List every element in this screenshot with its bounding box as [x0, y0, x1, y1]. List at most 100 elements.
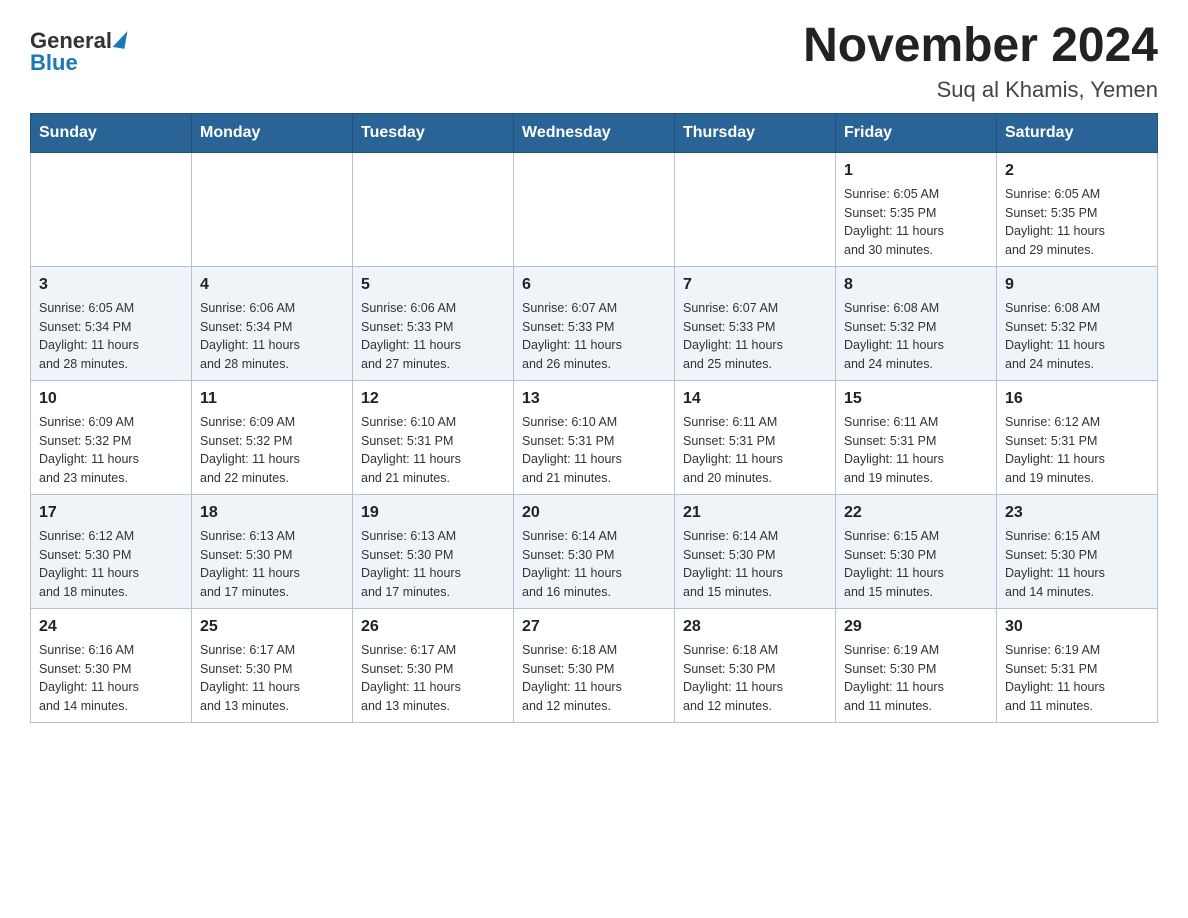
calendar-cell	[675, 152, 836, 266]
day-number: 27	[522, 615, 666, 639]
day-info: Sunrise: 6:14 AMSunset: 5:30 PMDaylight:…	[522, 527, 666, 602]
calendar-cell: 30Sunrise: 6:19 AMSunset: 5:31 PMDayligh…	[997, 608, 1158, 722]
day-info: Sunrise: 6:10 AMSunset: 5:31 PMDaylight:…	[522, 413, 666, 488]
day-info: Sunrise: 6:10 AMSunset: 5:31 PMDaylight:…	[361, 413, 505, 488]
day-number: 9	[1005, 273, 1149, 297]
day-number: 23	[1005, 501, 1149, 525]
day-number: 7	[683, 273, 827, 297]
day-number: 12	[361, 387, 505, 411]
day-number: 22	[844, 501, 988, 525]
day-number: 17	[39, 501, 183, 525]
weekday-header-friday: Friday	[836, 113, 997, 152]
calendar-cell	[353, 152, 514, 266]
calendar-cell: 26Sunrise: 6:17 AMSunset: 5:30 PMDayligh…	[353, 608, 514, 722]
calendar-cell: 19Sunrise: 6:13 AMSunset: 5:30 PMDayligh…	[353, 494, 514, 608]
page-header: General Blue November 2024 Suq al Khamis…	[30, 20, 1158, 103]
day-info: Sunrise: 6:17 AMSunset: 5:30 PMDaylight:…	[200, 641, 344, 716]
logo-triangle-icon	[112, 29, 127, 49]
day-info: Sunrise: 6:08 AMSunset: 5:32 PMDaylight:…	[844, 299, 988, 374]
calendar-cell: 16Sunrise: 6:12 AMSunset: 5:31 PMDayligh…	[997, 380, 1158, 494]
day-number: 16	[1005, 387, 1149, 411]
calendar-cell: 9Sunrise: 6:08 AMSunset: 5:32 PMDaylight…	[997, 266, 1158, 380]
day-number: 6	[522, 273, 666, 297]
calendar-cell: 7Sunrise: 6:07 AMSunset: 5:33 PMDaylight…	[675, 266, 836, 380]
calendar-cell: 4Sunrise: 6:06 AMSunset: 5:34 PMDaylight…	[192, 266, 353, 380]
month-year-title: November 2024	[803, 20, 1158, 73]
day-info: Sunrise: 6:05 AMSunset: 5:35 PMDaylight:…	[844, 185, 988, 260]
calendar-week-row: 10Sunrise: 6:09 AMSunset: 5:32 PMDayligh…	[31, 380, 1158, 494]
calendar-cell	[192, 152, 353, 266]
calendar-cell: 18Sunrise: 6:13 AMSunset: 5:30 PMDayligh…	[192, 494, 353, 608]
logo-text: General Blue	[30, 30, 126, 74]
calendar-cell: 21Sunrise: 6:14 AMSunset: 5:30 PMDayligh…	[675, 494, 836, 608]
logo: General Blue	[30, 20, 126, 74]
day-info: Sunrise: 6:19 AMSunset: 5:30 PMDaylight:…	[844, 641, 988, 716]
calendar-cell: 29Sunrise: 6:19 AMSunset: 5:30 PMDayligh…	[836, 608, 997, 722]
day-info: Sunrise: 6:11 AMSunset: 5:31 PMDaylight:…	[844, 413, 988, 488]
weekday-header-tuesday: Tuesday	[353, 113, 514, 152]
day-info: Sunrise: 6:17 AMSunset: 5:30 PMDaylight:…	[361, 641, 505, 716]
calendar-cell	[514, 152, 675, 266]
calendar-cell: 20Sunrise: 6:14 AMSunset: 5:30 PMDayligh…	[514, 494, 675, 608]
calendar-cell: 10Sunrise: 6:09 AMSunset: 5:32 PMDayligh…	[31, 380, 192, 494]
day-number: 8	[844, 273, 988, 297]
calendar-cell: 15Sunrise: 6:11 AMSunset: 5:31 PMDayligh…	[836, 380, 997, 494]
day-number: 25	[200, 615, 344, 639]
day-info: Sunrise: 6:14 AMSunset: 5:30 PMDaylight:…	[683, 527, 827, 602]
day-number: 30	[1005, 615, 1149, 639]
calendar-cell: 17Sunrise: 6:12 AMSunset: 5:30 PMDayligh…	[31, 494, 192, 608]
weekday-header-saturday: Saturday	[997, 113, 1158, 152]
day-info: Sunrise: 6:13 AMSunset: 5:30 PMDaylight:…	[361, 527, 505, 602]
day-number: 15	[844, 387, 988, 411]
day-number: 10	[39, 387, 183, 411]
weekday-header-thursday: Thursday	[675, 113, 836, 152]
calendar-cell: 23Sunrise: 6:15 AMSunset: 5:30 PMDayligh…	[997, 494, 1158, 608]
day-number: 20	[522, 501, 666, 525]
calendar-week-row: 1Sunrise: 6:05 AMSunset: 5:35 PMDaylight…	[31, 152, 1158, 266]
calendar-cell: 2Sunrise: 6:05 AMSunset: 5:35 PMDaylight…	[997, 152, 1158, 266]
calendar-cell: 3Sunrise: 6:05 AMSunset: 5:34 PMDaylight…	[31, 266, 192, 380]
day-number: 26	[361, 615, 505, 639]
day-number: 14	[683, 387, 827, 411]
day-info: Sunrise: 6:09 AMSunset: 5:32 PMDaylight:…	[200, 413, 344, 488]
day-info: Sunrise: 6:15 AMSunset: 5:30 PMDaylight:…	[1005, 527, 1149, 602]
day-number: 29	[844, 615, 988, 639]
calendar-header-row: SundayMondayTuesdayWednesdayThursdayFrid…	[31, 113, 1158, 152]
day-number: 2	[1005, 159, 1149, 183]
calendar-cell: 22Sunrise: 6:15 AMSunset: 5:30 PMDayligh…	[836, 494, 997, 608]
calendar-cell: 28Sunrise: 6:18 AMSunset: 5:30 PMDayligh…	[675, 608, 836, 722]
logo-blue-text: Blue	[30, 52, 78, 74]
day-info: Sunrise: 6:15 AMSunset: 5:30 PMDaylight:…	[844, 527, 988, 602]
calendar-cell: 12Sunrise: 6:10 AMSunset: 5:31 PMDayligh…	[353, 380, 514, 494]
day-info: Sunrise: 6:05 AMSunset: 5:35 PMDaylight:…	[1005, 185, 1149, 260]
day-info: Sunrise: 6:13 AMSunset: 5:30 PMDaylight:…	[200, 527, 344, 602]
title-block: November 2024 Suq al Khamis, Yemen	[803, 20, 1158, 103]
calendar-cell: 13Sunrise: 6:10 AMSunset: 5:31 PMDayligh…	[514, 380, 675, 494]
calendar-cell: 24Sunrise: 6:16 AMSunset: 5:30 PMDayligh…	[31, 608, 192, 722]
day-info: Sunrise: 6:18 AMSunset: 5:30 PMDaylight:…	[522, 641, 666, 716]
day-number: 28	[683, 615, 827, 639]
day-number: 13	[522, 387, 666, 411]
day-number: 21	[683, 501, 827, 525]
location-subtitle: Suq al Khamis, Yemen	[803, 77, 1158, 103]
day-number: 18	[200, 501, 344, 525]
day-info: Sunrise: 6:09 AMSunset: 5:32 PMDaylight:…	[39, 413, 183, 488]
day-info: Sunrise: 6:12 AMSunset: 5:31 PMDaylight:…	[1005, 413, 1149, 488]
calendar-week-row: 3Sunrise: 6:05 AMSunset: 5:34 PMDaylight…	[31, 266, 1158, 380]
day-number: 4	[200, 273, 344, 297]
calendar-cell: 8Sunrise: 6:08 AMSunset: 5:32 PMDaylight…	[836, 266, 997, 380]
day-number: 19	[361, 501, 505, 525]
day-info: Sunrise: 6:18 AMSunset: 5:30 PMDaylight:…	[683, 641, 827, 716]
day-info: Sunrise: 6:12 AMSunset: 5:30 PMDaylight:…	[39, 527, 183, 602]
calendar-cell: 1Sunrise: 6:05 AMSunset: 5:35 PMDaylight…	[836, 152, 997, 266]
day-info: Sunrise: 6:06 AMSunset: 5:33 PMDaylight:…	[361, 299, 505, 374]
day-info: Sunrise: 6:16 AMSunset: 5:30 PMDaylight:…	[39, 641, 183, 716]
calendar-cell: 27Sunrise: 6:18 AMSunset: 5:30 PMDayligh…	[514, 608, 675, 722]
calendar-week-row: 24Sunrise: 6:16 AMSunset: 5:30 PMDayligh…	[31, 608, 1158, 722]
calendar-cell: 14Sunrise: 6:11 AMSunset: 5:31 PMDayligh…	[675, 380, 836, 494]
day-number: 5	[361, 273, 505, 297]
day-info: Sunrise: 6:19 AMSunset: 5:31 PMDaylight:…	[1005, 641, 1149, 716]
day-info: Sunrise: 6:11 AMSunset: 5:31 PMDaylight:…	[683, 413, 827, 488]
day-number: 1	[844, 159, 988, 183]
calendar-week-row: 17Sunrise: 6:12 AMSunset: 5:30 PMDayligh…	[31, 494, 1158, 608]
